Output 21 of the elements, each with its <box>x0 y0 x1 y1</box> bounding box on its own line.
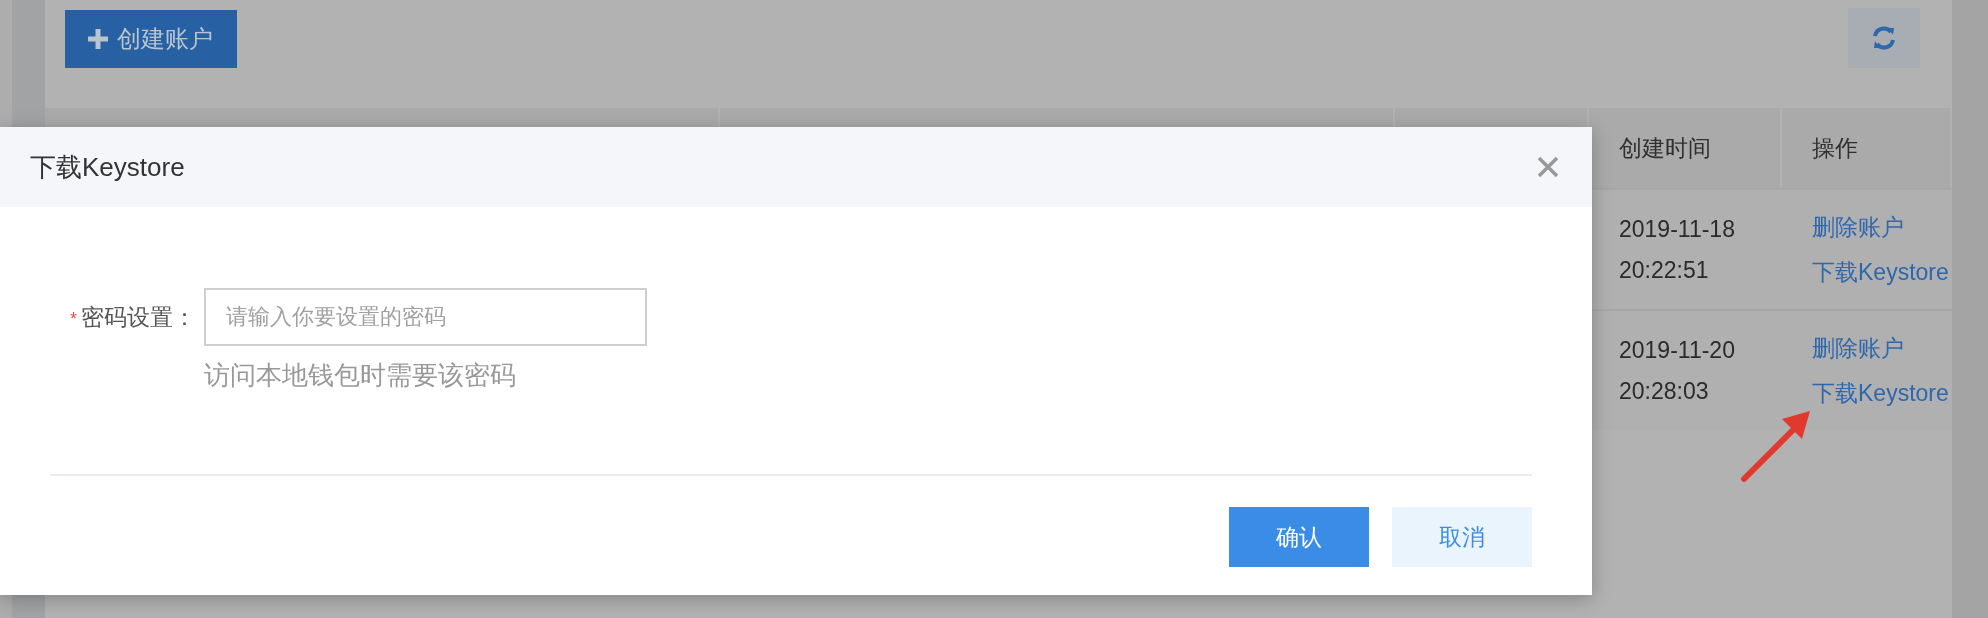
close-button[interactable] <box>1536 155 1560 179</box>
refresh-button[interactable] <box>1848 8 1920 68</box>
action-link[interactable]: 删除账户 <box>1812 211 1952 243</box>
action-link[interactable]: 删除账户 <box>1812 332 1952 364</box>
created-time: 20:22:51 <box>1619 256 1710 284</box>
field-label: * 密码设置： <box>70 303 196 332</box>
field-hint: 访问本地钱包时需要该密码 <box>204 359 517 392</box>
created-date: 2019-11-20 <box>1619 336 1736 364</box>
create-account-button[interactable]: 创建账户 <box>65 10 237 68</box>
password-field[interactable]: 请输入你要设置的密码 <box>204 288 647 346</box>
refresh-icon <box>1871 25 1897 51</box>
confirm-button[interactable]: 确认 <box>1229 507 1369 567</box>
dialog-title: 下载Keystore <box>30 150 185 184</box>
column-header: 操作 <box>1812 133 1858 163</box>
plus-icon <box>87 28 109 50</box>
action-link[interactable]: 下载Keystore <box>1812 377 1952 409</box>
column-header: 创建时间 <box>1619 133 1711 163</box>
created-time: 20:28:03 <box>1619 377 1710 405</box>
cancel-button[interactable]: 取消 <box>1392 507 1532 567</box>
created-date: 2019-11-18 <box>1619 215 1736 243</box>
action-link[interactable]: 下载Keystore <box>1812 256 1952 288</box>
